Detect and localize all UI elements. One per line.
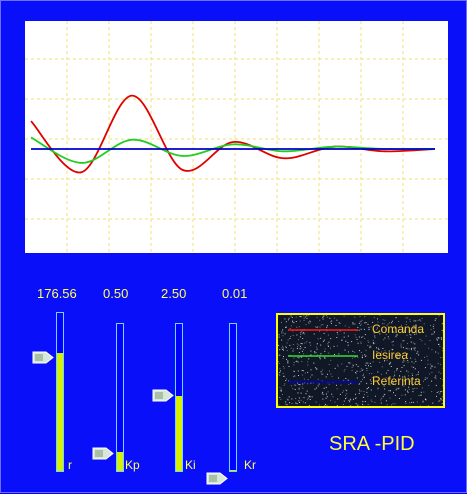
- legend-speckle: [288, 407, 289, 408]
- slider-r-thumb[interactable]: [32, 351, 54, 364]
- slider-ki-thumb[interactable]: [152, 389, 174, 402]
- legend-label-referinta: Referinta: [372, 374, 421, 388]
- slider-kp-thumb[interactable]: [92, 447, 114, 460]
- legend-speckle: [444, 340, 445, 341]
- legend-speckle: [445, 377, 446, 378]
- main-panel: 176.56 0.50 2.50 0.01 r Kp Ki Kr Comand: [0, 0, 467, 493]
- chart-legend: Comanda Iesirea Referinta: [276, 313, 445, 408]
- slider-kp-fill: [117, 452, 123, 471]
- legend-speckle: [436, 407, 437, 408]
- response-chart: [25, 21, 448, 253]
- legend-speckle: [339, 406, 340, 407]
- legend-speckle: [363, 406, 364, 407]
- slider-kr-label: Kr: [244, 458, 256, 472]
- legend-speckle: [390, 406, 391, 407]
- legend-speckle: [294, 406, 295, 407]
- legend-speckle: [305, 406, 306, 407]
- kp-value: 0.50: [103, 286, 128, 301]
- legend-speckle: [374, 407, 375, 408]
- legend-speckle: [444, 359, 445, 360]
- slider-kp-label: Kp: [125, 458, 140, 472]
- legend-speckle: [433, 406, 434, 407]
- system-title: SRA -PID: [329, 433, 415, 456]
- slider-ki[interactable]: [175, 323, 183, 472]
- slider-ki-label: Ki: [185, 458, 196, 472]
- legend-speckle: [391, 406, 392, 407]
- legend-speckle: [409, 407, 410, 408]
- legend-label-iesirea: Iesirea: [372, 348, 408, 362]
- legend-speckle: [348, 406, 349, 407]
- kr-value: 0.01: [222, 286, 247, 301]
- slider-r-fill: [57, 353, 63, 472]
- legend-speckle: [418, 407, 419, 408]
- legend-speckle: [356, 407, 357, 408]
- legend-speckle: [443, 406, 444, 407]
- slider-r[interactable]: [56, 312, 64, 472]
- slider-ki-fill: [176, 396, 182, 471]
- slider-kp[interactable]: [116, 323, 124, 472]
- legend-speckle: [443, 350, 444, 351]
- legend-speckle: [366, 407, 367, 408]
- slider-kr[interactable]: [229, 323, 237, 472]
- legend-label-comanda: Comanda: [372, 322, 424, 336]
- legend-speckle: [444, 363, 445, 364]
- ki-value: 2.50: [161, 286, 186, 301]
- r-value: 176.56: [37, 286, 77, 301]
- legend-speckle: [282, 407, 283, 408]
- slider-kr-fill: [230, 470, 236, 471]
- slider-r-label: r: [68, 458, 72, 472]
- slider-kr-thumb[interactable]: [206, 472, 228, 485]
- legend-speckle: [330, 407, 331, 408]
- legend-speckle: [409, 407, 410, 408]
- response-plot: [25, 21, 448, 253]
